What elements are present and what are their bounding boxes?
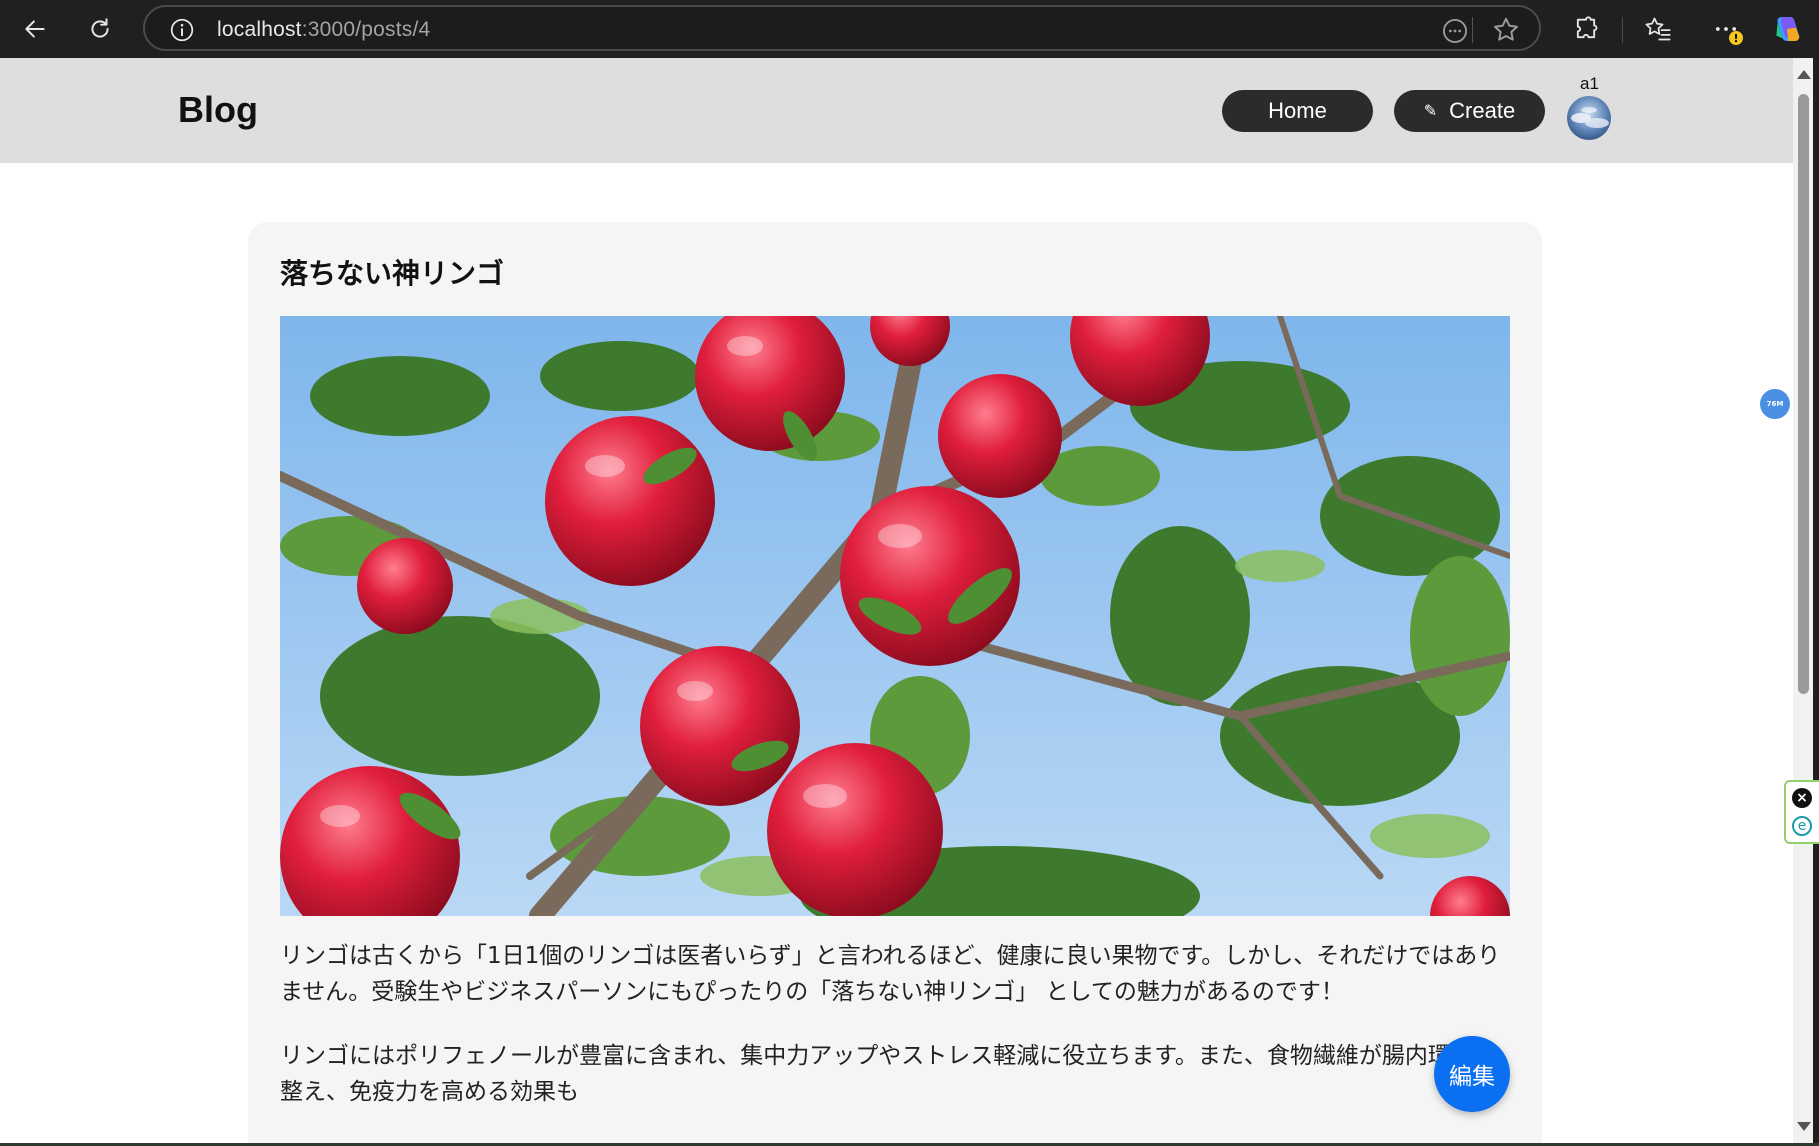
scroll-up-arrow-icon[interactable]	[1797, 70, 1811, 79]
apple-tree-photo	[280, 316, 1510, 916]
scrollbar[interactable]	[1793, 58, 1813, 1143]
home-button-label: Home	[1268, 98, 1327, 123]
site-header: Blog Home ✎ Create a1	[0, 58, 1793, 163]
back-button[interactable]	[16, 10, 54, 48]
puzzle-icon	[1576, 16, 1598, 39]
scrollbar-thumb[interactable]	[1798, 94, 1809, 694]
address-bar-divider	[1472, 17, 1473, 43]
extension-badge[interactable]: 76M	[1760, 389, 1790, 419]
reload-icon	[91, 18, 109, 38]
url-text[interactable]: localhost:3000/posts/4	[217, 18, 430, 42]
user-name: a1	[1580, 74, 1599, 93]
create-button-label: Create	[1449, 98, 1516, 123]
back-arrow-icon	[25, 20, 45, 38]
scroll-down-arrow-icon[interactable]	[1797, 1122, 1811, 1131]
reload-button[interactable]	[81, 10, 119, 48]
browser-toolbar: localhost:3000/posts/4 !	[0, 0, 1819, 58]
info-icon[interactable]	[169, 17, 195, 43]
post-title: 落ちない神リンゴ	[280, 257, 505, 290]
url-path: :3000/posts/4	[301, 18, 431, 41]
notification-badge: !	[1729, 31, 1743, 45]
create-button[interactable]: ✎ Create	[1394, 90, 1545, 132]
post-paragraph-1: リンゴは古くから「1日1個のリンゴは医者いらず」と言われるほど、健康に良い果物で…	[280, 943, 1501, 1005]
read-aloud-icon[interactable]	[1441, 17, 1469, 45]
url-host: localhost	[217, 18, 302, 41]
toolbar-divider	[1622, 17, 1623, 43]
address-bar[interactable]: localhost:3000/posts/4	[143, 5, 1541, 51]
home-button[interactable]: Home	[1222, 90, 1373, 132]
avatar[interactable]	[1567, 96, 1611, 140]
page-viewport: Blog Home ✎ Create a1 落ちない神リンゴ リンゴは古くから「…	[0, 58, 1793, 1143]
copilot-icon	[1776, 17, 1800, 41]
post-image	[280, 316, 1510, 916]
pencil-icon: ✎	[1423, 103, 1438, 120]
close-icon[interactable]: ×	[1792, 788, 1812, 808]
side-extension-panel: × e	[1784, 780, 1819, 844]
copilot-button[interactable]	[1770, 12, 1804, 46]
post-card: 落ちない神リンゴ リンゴは古くから「1日1個のリンゴは医者いらず」と言われるほど…	[248, 222, 1542, 1143]
post-paragraph-2: リンゴにはポリフェノールが豊富に含まれ、集中力アップやストレス軽減に役立ちます。…	[280, 1043, 1497, 1105]
edit-button[interactable]: 編集	[1434, 1036, 1510, 1112]
extension-e-icon[interactable]: e	[1792, 816, 1812, 836]
favorites-button[interactable]	[1641, 12, 1675, 46]
site-brand[interactable]: Blog	[178, 89, 258, 131]
extensions-button[interactable]	[1569, 12, 1603, 46]
favorites-icon	[1645, 17, 1671, 41]
star-icon[interactable]	[1491, 15, 1521, 45]
